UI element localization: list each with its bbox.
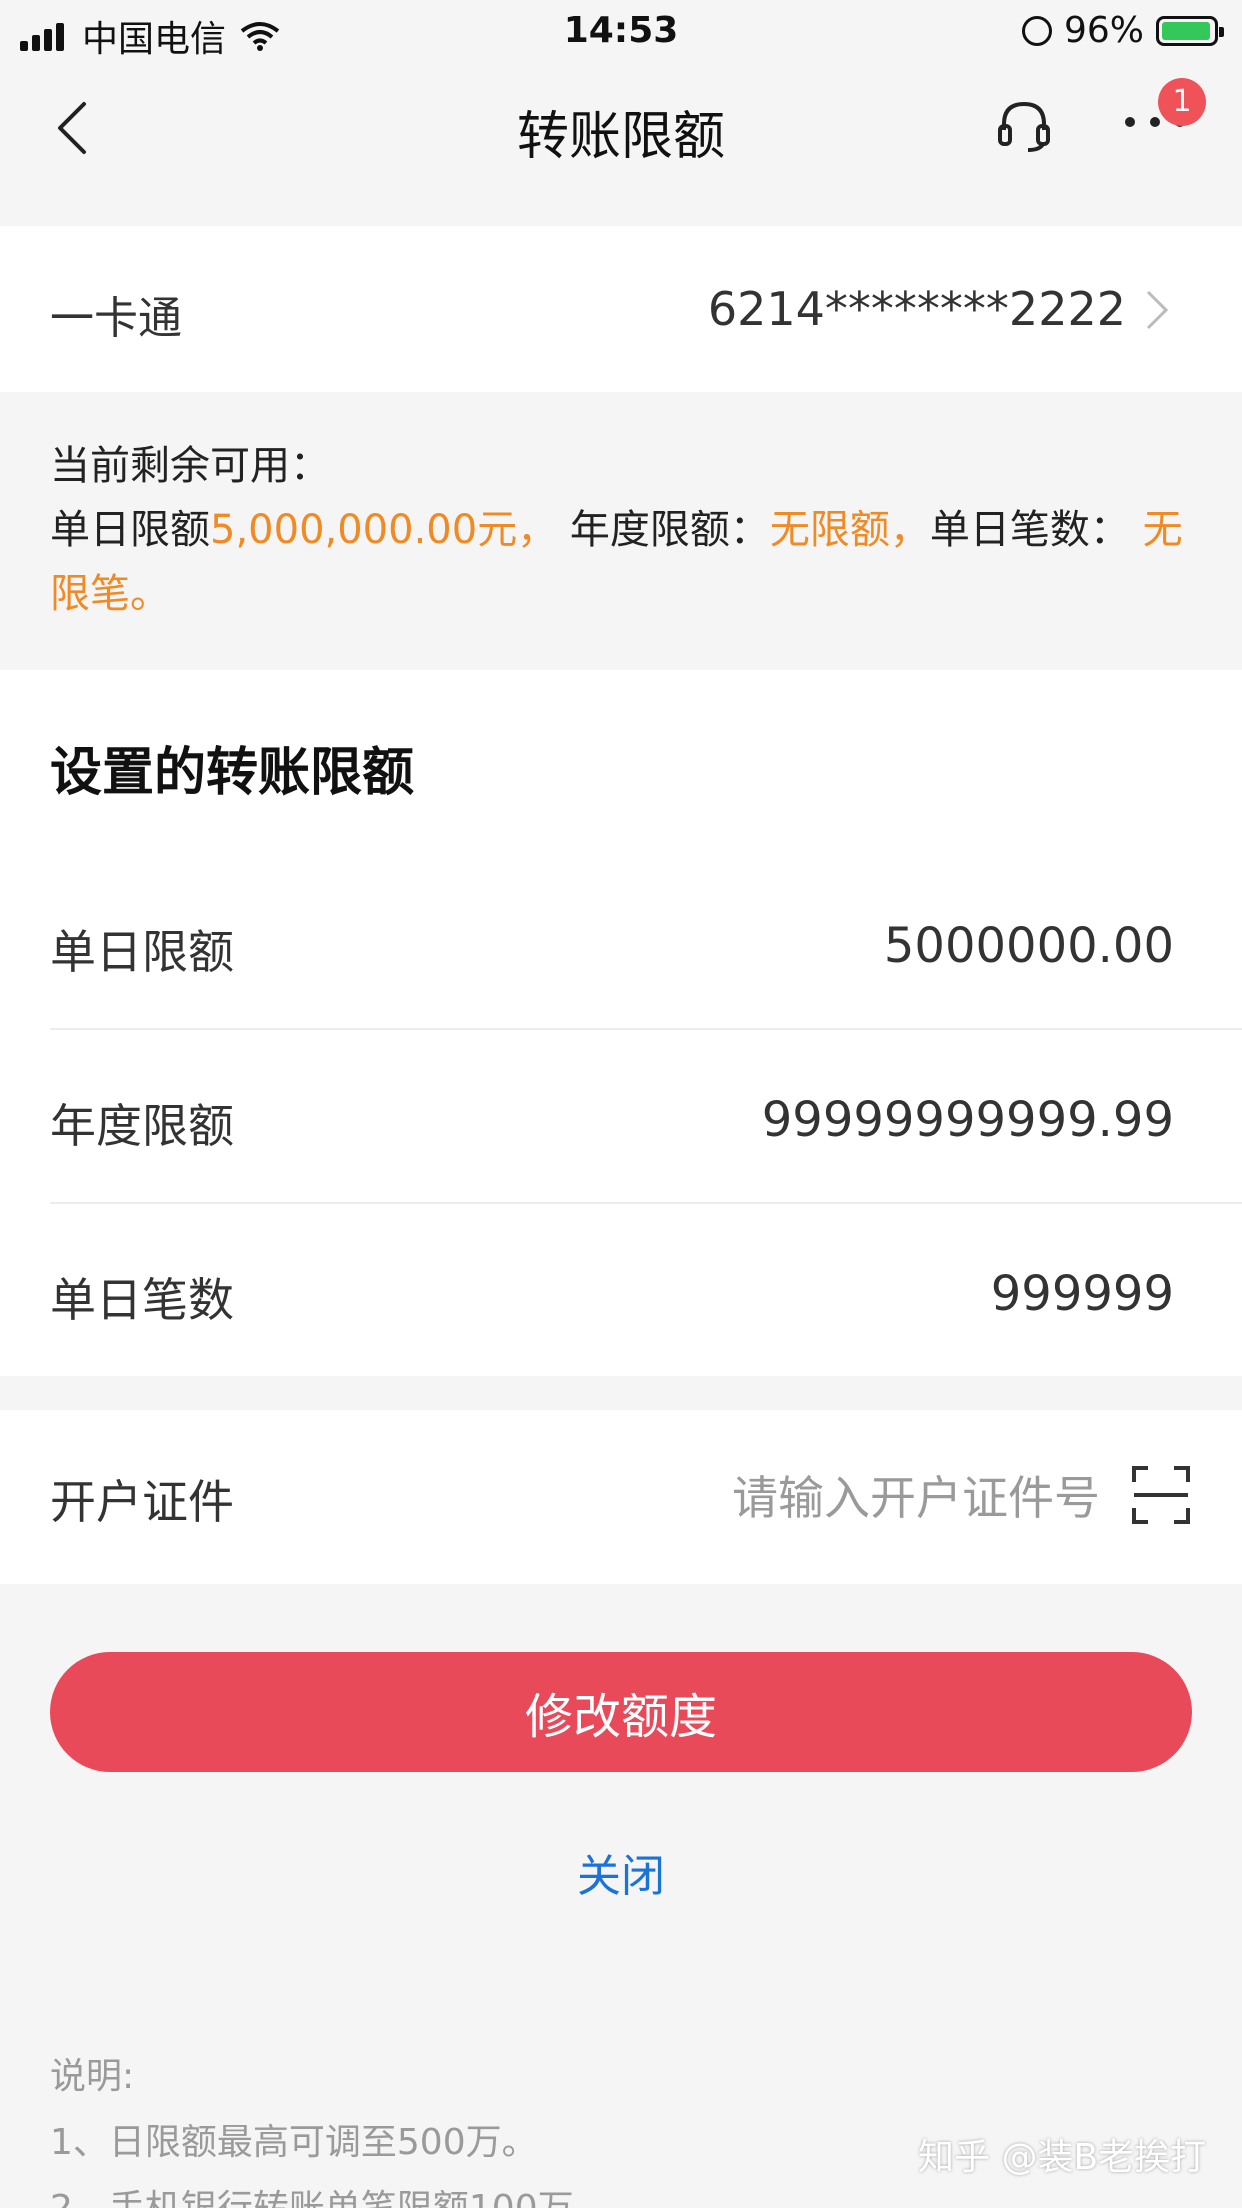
annual-limit-label: 年度限额 bbox=[50, 1099, 234, 1153]
status-bar: 中国电信 14:53 96% bbox=[0, 0, 1242, 62]
daily-limit-label: 单日限额 bbox=[50, 507, 210, 553]
daily-count-value[interactable]: 999999 bbox=[991, 1266, 1174, 1322]
daily-limit-label: 单日限额 bbox=[50, 925, 234, 979]
modify-limit-button[interactable]: 修改额度 bbox=[50, 1652, 1192, 1772]
battery-icon bbox=[1156, 15, 1224, 46]
available-details: 单日限额5,000,000.00元， 年度限额：无限额，单日笔数： 无限笔。 bbox=[50, 498, 1192, 626]
annual-limit-available: 无限额， bbox=[769, 507, 930, 553]
section-title: 设置的转账限额 bbox=[50, 743, 415, 803]
rotation-lock-icon bbox=[1021, 15, 1052, 46]
annual-limit-value[interactable]: 99999999999.99 bbox=[762, 1092, 1174, 1148]
daily-limit-row[interactable]: 单日限额 5000000.00 bbox=[50, 856, 1242, 1030]
available-limit-info: 当前剩余可用： 单日限额5,000,000.00元， 年度限额：无限额，单日笔数… bbox=[0, 392, 1242, 670]
close-link[interactable]: 关闭 bbox=[0, 1840, 1242, 1904]
battery-percent: 96% bbox=[1063, 10, 1144, 51]
card-number: 6214********2222 bbox=[707, 282, 1126, 336]
daily-count-label: 单日笔数： bbox=[929, 507, 1130, 553]
daily-limit-available: 5,000,000.00元， bbox=[210, 507, 558, 553]
scan-icon[interactable] bbox=[1132, 1466, 1190, 1524]
daily-count-row[interactable]: 单日笔数 999999 bbox=[50, 1204, 1242, 1378]
available-heading: 当前剩余可用： bbox=[50, 443, 330, 489]
card-type-label: 一卡通 bbox=[50, 293, 182, 344]
watermark: 知乎 @装B老挨打 bbox=[918, 2137, 1207, 2178]
id-document-row: 开户证件 bbox=[0, 1410, 1242, 1584]
chevron-right-icon bbox=[1146, 290, 1169, 330]
note-item: 2、手机银行转账单笔限额100万 bbox=[50, 2176, 574, 2208]
id-number-input[interactable] bbox=[560, 1462, 1100, 1534]
notes-heading: 说明: bbox=[50, 2056, 135, 2097]
page-title: 转账限额 bbox=[516, 107, 725, 167]
daily-limit-value[interactable]: 5000000.00 bbox=[884, 918, 1174, 974]
limit-settings-section: 设置的转账限额 单日限额 5000000.00 年度限额 99999999999… bbox=[0, 670, 1242, 1376]
note-item: 1、日限额最高可调至500万。 bbox=[50, 2122, 538, 2163]
card-selector[interactable]: 一卡通 6214********2222 bbox=[0, 226, 1242, 392]
battery-fill bbox=[1162, 21, 1210, 40]
notification-badge: 1 bbox=[1158, 78, 1206, 126]
annual-limit-label: 年度限额： bbox=[569, 507, 770, 553]
status-right: 96% bbox=[1021, 10, 1224, 51]
customer-service-icon[interactable] bbox=[996, 98, 1052, 154]
annual-limit-row[interactable]: 年度限额 99999999999.99 bbox=[50, 1030, 1242, 1204]
nav-bar: 转账限额 1 bbox=[0, 62, 1242, 188]
id-document-label: 开户证件 bbox=[50, 1475, 234, 1529]
notes: 说明: 1、日限额最高可调至500万。 2、手机银行转账单笔限额100万 bbox=[50, 2044, 574, 2208]
daily-count-label: 单日笔数 bbox=[50, 1273, 234, 1327]
